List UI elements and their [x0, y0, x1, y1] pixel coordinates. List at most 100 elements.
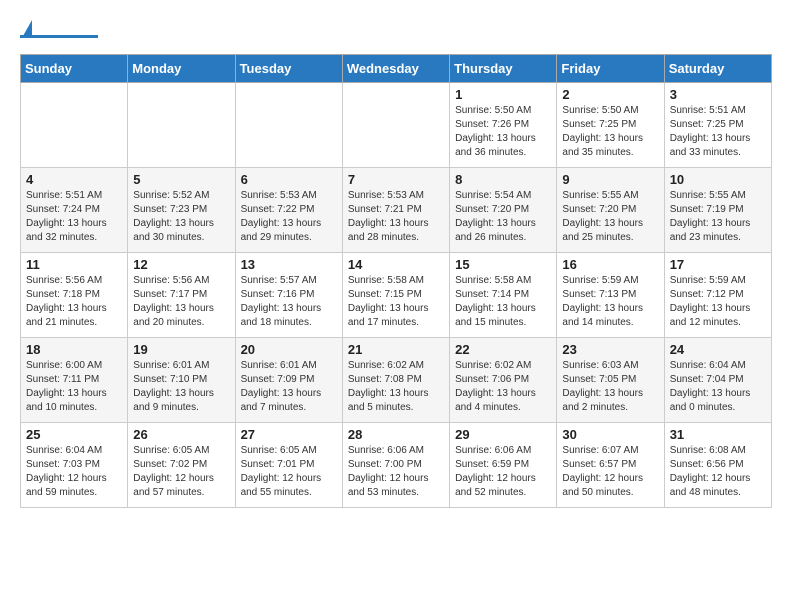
- day-content: Sunrise: 5:59 AM Sunset: 7:12 PM Dayligh…: [670, 274, 766, 330]
- day-number: 18: [26, 342, 122, 357]
- day-number: 30: [562, 427, 658, 442]
- table-row: 21 Sunrise: 6:02 AM Sunset: 7:08 PM Dayli…: [342, 338, 449, 423]
- col-thursday: Thursday: [450, 55, 557, 83]
- table-row: 2 Sunrise: 5:50 AM Sunset: 7:25 PM Daylig…: [557, 83, 664, 168]
- day-number: 27: [241, 427, 337, 442]
- table-row: 25 Sunrise: 6:04 AM Sunset: 7:03 PM Dayli…: [21, 423, 128, 508]
- day-content: Sunrise: 5:56 AM Sunset: 7:17 PM Dayligh…: [133, 274, 229, 330]
- table-row: 5 Sunrise: 5:52 AM Sunset: 7:23 PM Daylig…: [128, 168, 235, 253]
- day-content: Sunrise: 5:53 AM Sunset: 7:22 PM Dayligh…: [241, 189, 337, 245]
- logo-triangle-icon: [23, 20, 32, 36]
- day-content: Sunrise: 5:56 AM Sunset: 7:18 PM Dayligh…: [26, 274, 122, 330]
- day-content: Sunrise: 5:55 AM Sunset: 7:20 PM Dayligh…: [562, 189, 658, 245]
- day-number: 21: [348, 342, 444, 357]
- day-content: Sunrise: 6:00 AM Sunset: 7:11 PM Dayligh…: [26, 359, 122, 415]
- day-content: Sunrise: 6:04 AM Sunset: 7:03 PM Dayligh…: [26, 444, 122, 500]
- table-row: 6 Sunrise: 5:53 AM Sunset: 7:22 PM Daylig…: [235, 168, 342, 253]
- day-number: 5: [133, 172, 229, 187]
- day-content: Sunrise: 6:01 AM Sunset: 7:10 PM Dayligh…: [133, 359, 229, 415]
- day-number: 20: [241, 342, 337, 357]
- table-row: 23Sunrise: 6:03 AM Sunset: 7:05 PM Dayli…: [557, 338, 664, 423]
- table-row: 15 Sunrise: 5:58 AM Sunset: 7:14 PM Dayli…: [450, 253, 557, 338]
- day-number: 9: [562, 172, 658, 187]
- day-content: Sunrise: 6:02 AM Sunset: 7:08 PM Dayligh…: [348, 359, 444, 415]
- day-number: 28: [348, 427, 444, 442]
- day-number: 11: [26, 257, 122, 272]
- day-content: Sunrise: 6:07 AM Sunset: 6:57 PM Dayligh…: [562, 444, 658, 500]
- table-row: 30 Sunrise: 6:07 AM Sunset: 6:57 PM Dayli…: [557, 423, 664, 508]
- day-content: Sunrise: 5:52 AM Sunset: 7:23 PM Dayligh…: [133, 189, 229, 245]
- table-row: 17 Sunrise: 5:59 AM Sunset: 7:12 PM Dayli…: [664, 253, 771, 338]
- day-content: Sunrise: 5:58 AM Sunset: 7:14 PM Dayligh…: [455, 274, 551, 330]
- table-row: 14 Sunrise: 5:58 AM Sunset: 7:15 PM Dayli…: [342, 253, 449, 338]
- day-content: Sunrise: 5:57 AM Sunset: 7:16 PM Dayligh…: [241, 274, 337, 330]
- table-row: 27Sunrise: 6:05 AM Sunset: 7:01 PM Dayli…: [235, 423, 342, 508]
- day-number: 4: [26, 172, 122, 187]
- day-number: 1: [455, 87, 551, 102]
- day-number: 29: [455, 427, 551, 442]
- day-content: Sunrise: 5:58 AM Sunset: 7:15 PM Dayligh…: [348, 274, 444, 330]
- table-row: [342, 83, 449, 168]
- day-content: Sunrise: 5:53 AM Sunset: 7:21 PM Dayligh…: [348, 189, 444, 245]
- day-number: 2: [562, 87, 658, 102]
- table-row: 3 Sunrise: 5:51 AM Sunset: 7:25 PM Daylig…: [664, 83, 771, 168]
- table-row: 20 Sunrise: 6:01 AM Sunset: 7:09 PM Dayli…: [235, 338, 342, 423]
- calendar-table: Sunday Monday Tuesday Wednesday Thursday…: [20, 54, 772, 508]
- day-content: Sunrise: 6:06 AM Sunset: 7:00 PM Dayligh…: [348, 444, 444, 500]
- day-number: 15: [455, 257, 551, 272]
- logo: [20, 20, 98, 38]
- day-content: Sunrise: 5:51 AM Sunset: 7:24 PM Dayligh…: [26, 189, 122, 245]
- table-row: 24 Sunrise: 6:04 AM Sunset: 7:04 PM Dayli…: [664, 338, 771, 423]
- table-row: 8 Sunrise: 5:54 AM Sunset: 7:20 PM Daylig…: [450, 168, 557, 253]
- day-number: 3: [670, 87, 766, 102]
- table-row: 1 Sunrise: 5:50 AM Sunset: 7:26 PM Daylig…: [450, 83, 557, 168]
- day-number: 6: [241, 172, 337, 187]
- day-content: Sunrise: 5:54 AM Sunset: 7:20 PM Dayligh…: [455, 189, 551, 245]
- table-row: [235, 83, 342, 168]
- table-row: 16 Sunrise: 5:59 AM Sunset: 7:13 PM Dayli…: [557, 253, 664, 338]
- day-number: 19: [133, 342, 229, 357]
- day-number: 17: [670, 257, 766, 272]
- day-content: Sunrise: 5:55 AM Sunset: 7:19 PM Dayligh…: [670, 189, 766, 245]
- col-saturday: Saturday: [664, 55, 771, 83]
- day-content: Sunrise: 6:04 AM Sunset: 7:04 PM Dayligh…: [670, 359, 766, 415]
- table-row: 29 Sunrise: 6:06 AM Sunset: 6:59 PM Dayli…: [450, 423, 557, 508]
- day-number: 8: [455, 172, 551, 187]
- day-number: 16: [562, 257, 658, 272]
- day-content: Sunrise: 6:08 AM Sunset: 6:56 PM Dayligh…: [670, 444, 766, 500]
- day-number: 22: [455, 342, 551, 357]
- day-number: 10: [670, 172, 766, 187]
- day-number: 14: [348, 257, 444, 272]
- table-row: 19 Sunrise: 6:01 AM Sunset: 7:10 PM Dayli…: [128, 338, 235, 423]
- col-monday: Monday: [128, 55, 235, 83]
- day-number: 25: [26, 427, 122, 442]
- table-row: 18 Sunrise: 6:00 AM Sunset: 7:11 PM Dayli…: [21, 338, 128, 423]
- day-content: Sunrise: 6:01 AM Sunset: 7:09 PM Dayligh…: [241, 359, 337, 415]
- table-row: 9 Sunrise: 5:55 AM Sunset: 7:20 PM Daylig…: [557, 168, 664, 253]
- day-number: 12: [133, 257, 229, 272]
- day-content: Sunrise: 5:50 AM Sunset: 7:26 PM Dayligh…: [455, 104, 551, 160]
- table-row: 10 Sunrise: 5:55 AM Sunset: 7:19 PM Dayli…: [664, 168, 771, 253]
- day-content: Sunrise: 5:51 AM Sunset: 7:25 PM Dayligh…: [670, 104, 766, 160]
- day-content: Sunrise: 5:59 AM Sunset: 7:13 PM Dayligh…: [562, 274, 658, 330]
- day-content: Sunrise: 6:03 AM Sunset: 7:05 PM Dayligh…: [562, 359, 658, 415]
- table-row: 12 Sunrise: 5:56 AM Sunset: 7:17 PM Dayli…: [128, 253, 235, 338]
- day-content: Sunrise: 6:06 AM Sunset: 6:59 PM Dayligh…: [455, 444, 551, 500]
- table-row: 28 Sunrise: 6:06 AM Sunset: 7:00 PM Dayli…: [342, 423, 449, 508]
- col-tuesday: Tuesday: [235, 55, 342, 83]
- day-content: Sunrise: 6:02 AM Sunset: 7:06 PM Dayligh…: [455, 359, 551, 415]
- day-number: 31: [670, 427, 766, 442]
- table-row: 11 Sunrise: 5:56 AM Sunset: 7:18 PM Dayli…: [21, 253, 128, 338]
- day-content: Sunrise: 5:50 AM Sunset: 7:25 PM Dayligh…: [562, 104, 658, 160]
- day-number: 24: [670, 342, 766, 357]
- table-row: 26Sunrise: 6:05 AM Sunset: 7:02 PM Dayli…: [128, 423, 235, 508]
- table-row: [21, 83, 128, 168]
- logo-underline: [20, 35, 98, 38]
- col-wednesday: Wednesday: [342, 55, 449, 83]
- table-row: 4 Sunrise: 5:51 AM Sunset: 7:24 PM Daylig…: [21, 168, 128, 253]
- table-row: 31 Sunrise: 6:08 AM Sunset: 6:56 PM Dayli…: [664, 423, 771, 508]
- page-header: [20, 20, 772, 38]
- table-row: [128, 83, 235, 168]
- day-number: 26: [133, 427, 229, 442]
- day-number: 13: [241, 257, 337, 272]
